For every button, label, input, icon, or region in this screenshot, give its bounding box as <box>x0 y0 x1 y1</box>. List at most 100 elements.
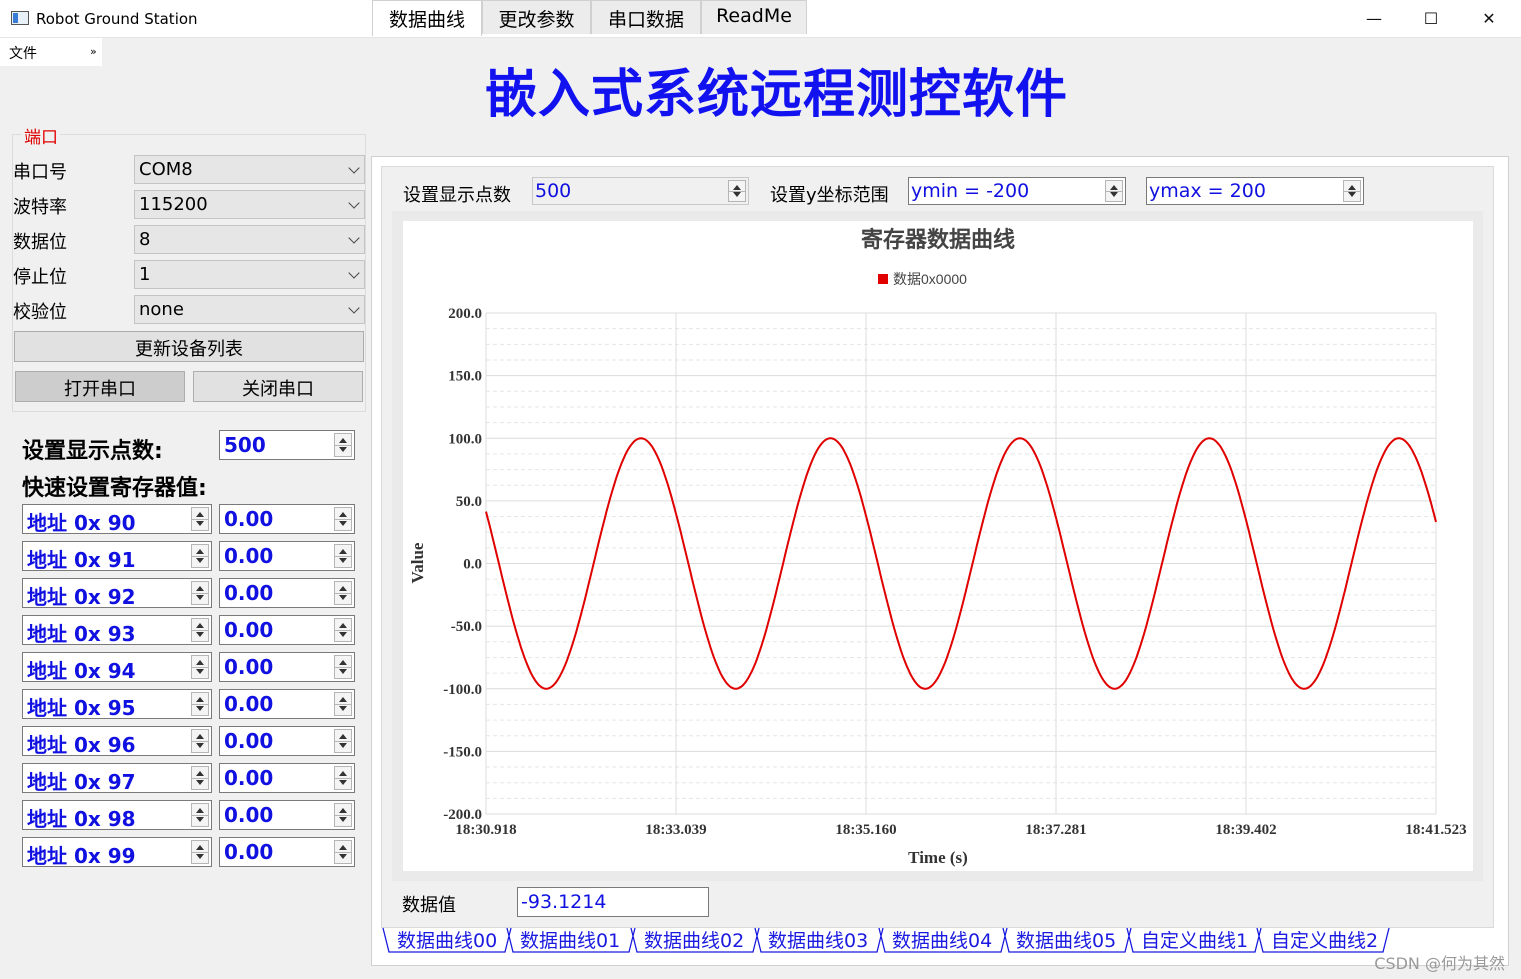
register-address-spinbox[interactable]: 地址 0x 97 <box>22 763 212 794</box>
register-data-chart[interactable]: 200.0 150.0 100.0 50.0 0.0 -50.0 -100.0 -150.0 -… <box>403 221 1473 871</box>
register-value-spinbox[interactable]: 0.00 <box>219 689 355 719</box>
register-address-spinbox[interactable]: 地址 0x 93 <box>22 615 212 646</box>
spin-arrows-icon[interactable] <box>191 544 209 568</box>
tab-data-curve[interactable]: 数据曲线 <box>372 0 482 36</box>
bottom-tab-4[interactable]: 数据曲线04 <box>892 926 992 954</box>
register-address-spinbox[interactable]: 地址 0x 95 <box>22 689 212 720</box>
spin-arrows-icon[interactable] <box>1343 180 1361 202</box>
register-address-spinbox[interactable]: 地址 0x 91 <box>22 541 212 572</box>
spin-arrows-icon[interactable] <box>191 581 209 605</box>
spin-arrows-icon[interactable] <box>1105 180 1123 202</box>
tab-readme[interactable]: ReadMe <box>701 0 807 34</box>
spin-arrows-icon[interactable] <box>334 692 352 716</box>
spin-arrows-icon[interactable] <box>334 433 352 457</box>
register-address-spinbox[interactable]: 地址 0x 98 <box>22 800 212 831</box>
register-address: 地址 0x 94 <box>27 659 136 683</box>
bottom-tab-2[interactable]: 数据曲线02 <box>644 926 744 954</box>
spin-arrows-icon[interactable] <box>334 507 352 531</box>
y-tick-label: -200.0 <box>443 807 482 823</box>
stop-bits-select[interactable]: 1 <box>134 260 365 289</box>
x-tick-label: 18:37.281 <box>1025 822 1086 838</box>
register-value-spinbox[interactable]: 0.00 <box>219 541 355 571</box>
y-tick-label: 50.0 <box>456 494 482 510</box>
port-name-label: 串口号 <box>13 162 67 183</box>
spin-arrows-icon[interactable] <box>334 803 352 827</box>
menu-file[interactable]: 文件 <box>9 43 37 63</box>
minimize-button[interactable]: — <box>1345 0 1403 38</box>
register-address: 地址 0x 97 <box>27 770 136 794</box>
y-axis-label: Value <box>408 542 427 583</box>
spin-arrows-icon[interactable] <box>191 729 209 753</box>
parity-select[interactable]: none <box>134 295 365 324</box>
register-address-spinbox[interactable]: 地址 0x 92 <box>22 578 212 609</box>
bottom-tab-0[interactable]: 数据曲线00 <box>397 926 497 954</box>
y-tick-label: -100.0 <box>443 682 482 698</box>
display-points-spinbox[interactable]: 500 <box>219 430 355 460</box>
spin-arrows-icon[interactable] <box>334 581 352 605</box>
spin-arrows-icon[interactable] <box>191 692 209 716</box>
register-value-spinbox[interactable]: 0.00 <box>219 726 355 756</box>
bottom-tab-5[interactable]: 数据曲线05 <box>1016 926 1116 954</box>
x-tick-label: 18:35.160 <box>835 822 896 838</box>
register-value: 0.00 <box>224 692 274 716</box>
menu-overflow-icon[interactable]: » <box>90 45 97 58</box>
register-value-spinbox[interactable]: 0.00 <box>219 504 355 534</box>
x-tick-label: 18:41.523 <box>1405 822 1466 838</box>
spin-arrows-icon[interactable] <box>191 840 209 864</box>
close-button[interactable]: ✕ <box>1460 0 1518 38</box>
register-address: 地址 0x 95 <box>27 696 136 720</box>
maximize-button[interactable]: ☐ <box>1402 0 1460 38</box>
tab-change-params[interactable]: 更改参数 <box>482 0 591 34</box>
spin-arrows-icon[interactable] <box>191 803 209 827</box>
register-address: 地址 0x 93 <box>27 622 136 646</box>
bottom-tab-6[interactable]: 自定义曲线1 <box>1141 926 1248 954</box>
legend-label: 数据0x0000 <box>893 271 967 287</box>
register-address-spinbox[interactable]: 地址 0x 90 <box>22 504 212 535</box>
spin-arrows-icon[interactable] <box>334 618 352 642</box>
register-address: 地址 0x 96 <box>27 733 136 757</box>
bottom-tab-7[interactable]: 自定义曲线2 <box>1271 926 1378 954</box>
register-address: 地址 0x 90 <box>27 511 136 535</box>
chart-title: 寄存器数据曲线 <box>861 227 1015 252</box>
spin-arrows-icon[interactable] <box>334 840 352 864</box>
spin-arrows-icon[interactable] <box>191 766 209 790</box>
register-value-spinbox[interactable]: 0.00 <box>219 652 355 682</box>
register-value-spinbox[interactable]: 0.00 <box>219 615 355 645</box>
spin-arrows-icon[interactable] <box>334 766 352 790</box>
data-value-field[interactable]: -93.1214 <box>517 887 709 917</box>
data-bits-select[interactable]: 8 <box>134 225 365 254</box>
spin-arrows-icon[interactable] <box>191 507 209 531</box>
register-value: 0.00 <box>224 618 274 642</box>
spin-arrows-icon[interactable] <box>191 655 209 679</box>
refresh-devices-button[interactable]: 更新设备列表 <box>14 331 364 362</box>
app-icon <box>11 11 29 25</box>
bottom-tab-3[interactable]: 数据曲线03 <box>768 926 868 954</box>
spin-arrows-icon[interactable] <box>191 618 209 642</box>
spin-arrows-icon[interactable] <box>334 544 352 568</box>
port-name-select[interactable]: COM8 <box>134 155 365 184</box>
spin-arrows-icon[interactable] <box>728 180 746 202</box>
register-value: 0.00 <box>224 803 274 827</box>
register-value-spinbox[interactable]: 0.00 <box>219 763 355 793</box>
bottom-tab-1[interactable]: 数据曲线01 <box>520 926 620 954</box>
ymax-spinbox[interactable]: ymax = 200 <box>1146 177 1364 205</box>
ymin-spinbox[interactable]: ymin = -200 <box>908 177 1126 205</box>
open-port-button[interactable]: 打开串口 <box>15 371 185 402</box>
tab-serial-data[interactable]: 串口数据 <box>591 0 701 34</box>
quick-set-label: 快速设置寄存器值: <box>22 476 207 501</box>
close-port-button[interactable]: 关闭串口 <box>193 371 363 402</box>
main-title: 嵌入式系统远程测控软件 <box>485 65 1069 125</box>
register-value-spinbox[interactable]: 0.00 <box>219 578 355 608</box>
register-address-spinbox[interactable]: 地址 0x 99 <box>22 837 212 868</box>
baud-rate-select[interactable]: 115200 <box>134 190 365 219</box>
register-value: 0.00 <box>224 507 274 531</box>
register-value-spinbox[interactable]: 0.00 <box>219 837 355 867</box>
spin-arrows-icon[interactable] <box>334 729 352 753</box>
baud-rate-label: 波特率 <box>13 197 67 218</box>
register-value-spinbox[interactable]: 0.00 <box>219 800 355 830</box>
register-address-spinbox[interactable]: 地址 0x 94 <box>22 652 212 683</box>
points-spinbox[interactable]: 500 <box>532 177 749 205</box>
spin-arrows-icon[interactable] <box>334 655 352 679</box>
y-tick-label: 100.0 <box>448 431 482 447</box>
register-address-spinbox[interactable]: 地址 0x 96 <box>22 726 212 757</box>
